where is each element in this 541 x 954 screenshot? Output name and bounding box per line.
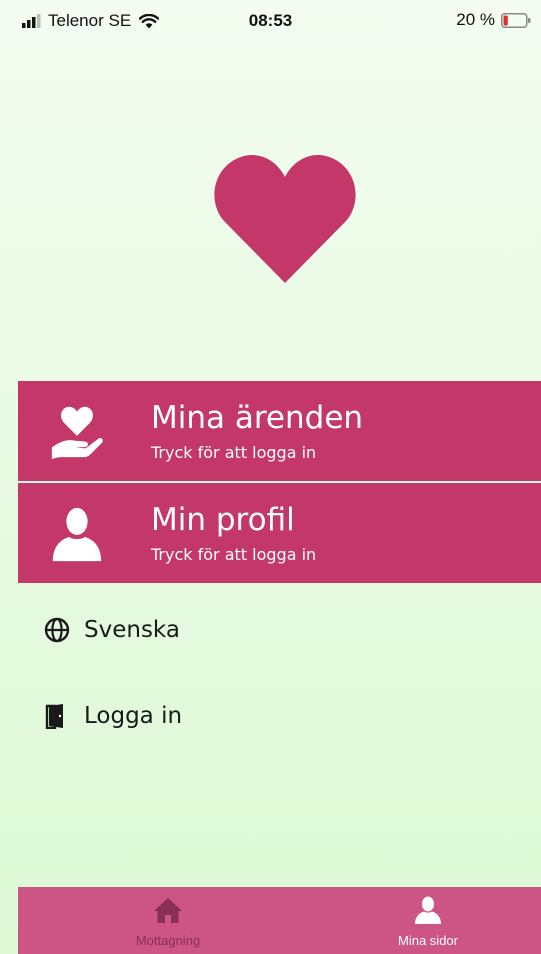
app-screen: Telenor SE 08:53 20 % Mina ärenden Tryck… xyxy=(0,0,541,954)
my-cases-subtitle: Tryck för att logga in xyxy=(151,443,317,462)
my-cases-title: Mina ärenden xyxy=(151,400,364,436)
tab-mottagning[interactable]: Mottagning xyxy=(68,887,268,954)
status-right: 20 % xyxy=(456,10,531,30)
my-profile-title: Min profil xyxy=(151,502,295,538)
person-icon xyxy=(52,507,102,562)
tab-bar: Mottagning Mina sidor xyxy=(18,887,541,954)
person-icon xyxy=(415,896,441,924)
door-icon xyxy=(45,704,63,729)
hand-heart-icon xyxy=(51,406,103,460)
tab-mina-sidor-label: Mina sidor xyxy=(398,933,458,948)
heart-logo-icon xyxy=(214,155,356,283)
status-bar: Telenor SE 08:53 20 % xyxy=(0,0,541,40)
tab-mottagning-label: Mottagning xyxy=(135,933,201,948)
battery-percent: 20 % xyxy=(456,10,495,29)
battery-icon xyxy=(501,12,531,28)
my-cases-button[interactable]: Mina ärenden Tryck för att logga in xyxy=(18,381,541,481)
tab-mina-sidor[interactable]: Mina sidor xyxy=(328,887,528,954)
globe-icon xyxy=(44,617,70,643)
my-profile-button[interactable]: Min profil Tryck för att logga in xyxy=(18,483,541,583)
my-profile-subtitle: Tryck för att logga in xyxy=(151,545,317,564)
language-option[interactable]: Svenska xyxy=(44,612,180,648)
language-label: Svenska xyxy=(84,617,180,643)
login-label: Logga in xyxy=(84,703,183,729)
home-icon xyxy=(154,898,182,923)
login-option[interactable]: Logga in xyxy=(44,698,182,734)
